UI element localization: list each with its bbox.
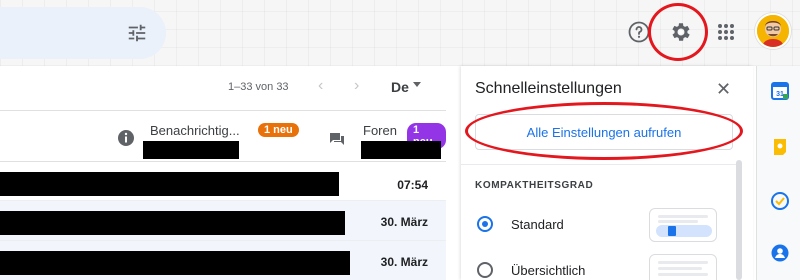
info-icon <box>117 129 135 152</box>
side-app-rail: 31 <box>756 66 800 280</box>
density-overview-preview[interactable] <box>649 254 717 280</box>
option-standard-label[interactable]: Standard <box>511 217 564 232</box>
redacted-block <box>143 141 239 159</box>
keep-icon[interactable] <box>771 138 789 156</box>
row-date: 07:54 <box>397 178 428 192</box>
avatar[interactable] <box>755 13 791 49</box>
density-standard-preview[interactable] <box>649 208 717 242</box>
search-bar[interactable] <box>0 7 166 59</box>
redacted-block <box>0 172 339 196</box>
tasks-icon[interactable] <box>771 192 789 210</box>
contacts-icon[interactable] <box>771 244 789 262</box>
tune-icon[interactable] <box>125 22 149 44</box>
document-icon <box>668 226 676 236</box>
top-bar <box>0 0 800 66</box>
density-heading: KOMPAKTHEITSGRAD <box>475 180 594 191</box>
all-settings-label: Alle Einstellungen aufrufen <box>526 124 682 140</box>
pagination-text: 1–33 von 33 <box>228 81 289 93</box>
quick-settings-panel: Schnelleinstellungen ✕ Alle Einstellunge… <box>461 66 753 280</box>
tab-updates-badge: 1 neu <box>258 123 299 137</box>
gmail-window: 1–33 von 33 ‹ › De Benachrichtig... 1 ne… <box>0 0 800 280</box>
forum-icon <box>328 130 346 153</box>
redacted-block <box>361 141 441 159</box>
chevron-right-icon[interactable]: › <box>354 77 359 95</box>
apps-grid-icon[interactable] <box>716 22 736 42</box>
svg-text:31: 31 <box>776 91 784 98</box>
input-language-button[interactable]: De <box>391 79 409 95</box>
option-overview-label[interactable]: Übersichtlich <box>511 263 585 278</box>
table-row[interactable]: 30. März <box>0 201 446 241</box>
tab-forums-label[interactable]: Foren <box>363 123 397 138</box>
tab-updates-label[interactable]: Benachrichtig... <box>150 123 240 138</box>
chevron-down-icon[interactable] <box>413 82 421 87</box>
chevron-left-icon[interactable]: ‹ <box>318 77 323 95</box>
radio-standard[interactable] <box>477 216 493 232</box>
gear-icon[interactable] <box>668 19 694 45</box>
row-date: 30. März <box>380 255 428 269</box>
redacted-block <box>0 211 345 235</box>
panel-title: Schnelleinstellungen <box>475 80 622 97</box>
help-circle-icon[interactable] <box>627 20 651 44</box>
table-row[interactable]: 07:54 <box>0 161 446 201</box>
redacted-block <box>0 251 350 275</box>
close-icon[interactable]: ✕ <box>716 79 731 100</box>
calendar-icon[interactable]: 31 <box>771 82 789 100</box>
row-date: 30. März <box>380 215 428 229</box>
divider <box>461 164 741 165</box>
panel-scrollbar[interactable] <box>736 160 742 280</box>
all-settings-button[interactable]: Alle Einstellungen aufrufen <box>475 114 733 150</box>
mail-list: Benachrichtig... 1 neu Foren 1 neu 07:54… <box>0 110 446 280</box>
table-row[interactable]: 30. März <box>0 241 446 280</box>
radio-overview[interactable] <box>477 262 493 278</box>
